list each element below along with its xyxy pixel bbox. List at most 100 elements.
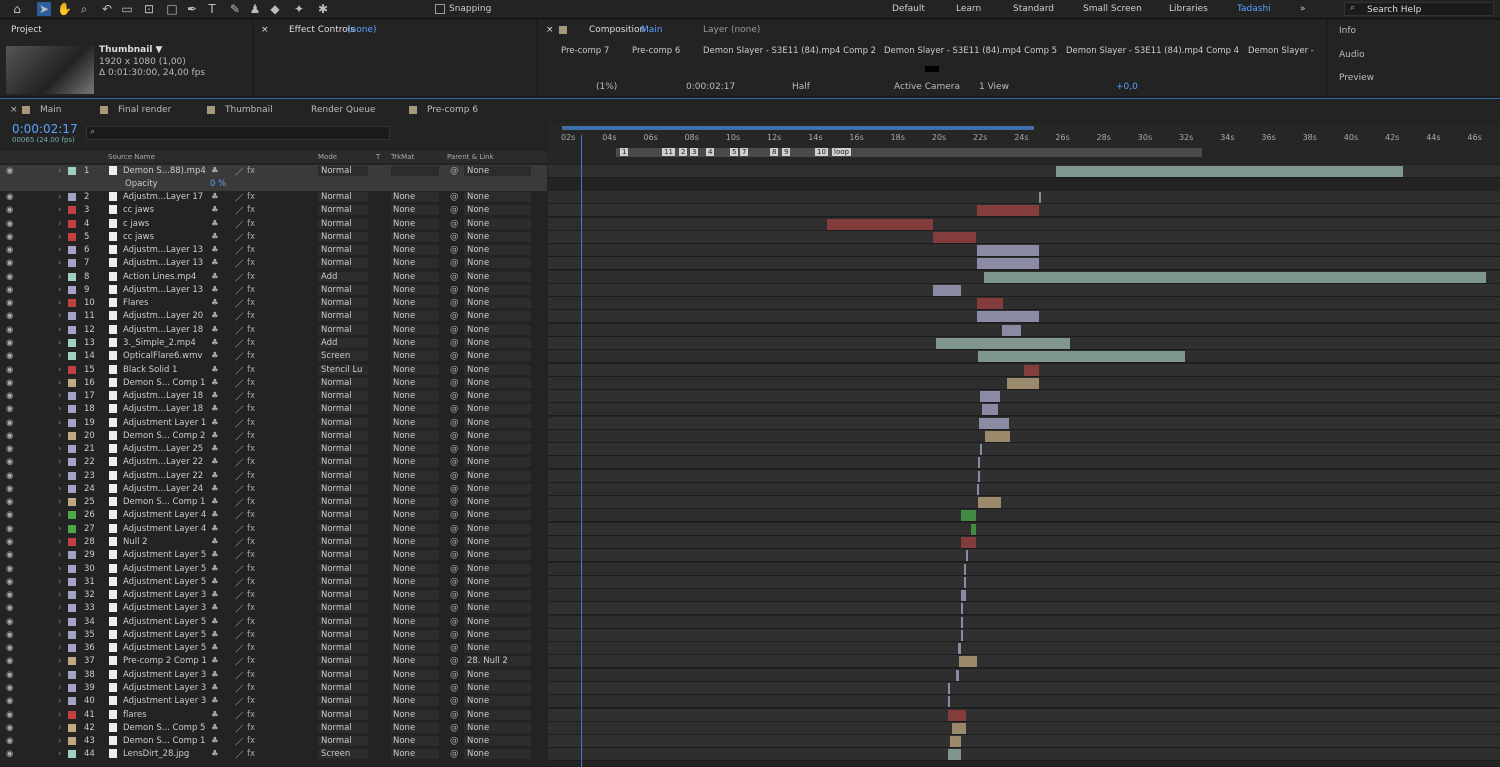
layer-name[interactable]: Adjustm...Layer 18: [123, 404, 203, 414]
effects-fx-icon[interactable]: fx: [247, 232, 255, 242]
type-tool-icon[interactable]: T: [205, 2, 219, 16]
expand-chevron-icon[interactable]: ›: [58, 656, 61, 666]
shy-icon[interactable]: ♣: [211, 298, 219, 308]
shy-icon[interactable]: ♣: [211, 444, 219, 454]
expand-chevron-icon[interactable]: ›: [58, 471, 61, 481]
trkmat-select[interactable]: None: [391, 643, 439, 654]
expand-chevron-icon[interactable]: ›: [58, 166, 61, 176]
mode-select[interactable]: Normal: [318, 324, 368, 335]
label-color[interactable]: [68, 246, 76, 255]
shy-icon[interactable]: ♣: [211, 683, 219, 693]
label-color[interactable]: [68, 378, 76, 387]
mode-select[interactable]: Normal: [318, 311, 368, 322]
expand-chevron-icon[interactable]: ›: [58, 696, 61, 706]
layer-name[interactable]: Demon S... Comp 5: [123, 723, 205, 733]
trkmat-select[interactable]: None: [391, 337, 439, 348]
mode-select[interactable]: Normal: [318, 537, 368, 548]
layer-row-26[interactable]: ◉ › 26 Adjustment Layer 4 ♣ ／ fx Normal None @ Non…: [0, 509, 547, 522]
layer-bar[interactable]: [977, 483, 979, 495]
opacity-property-row[interactable]: Opacity 0 %: [0, 178, 547, 191]
col-t[interactable]: T: [376, 153, 380, 161]
layer-row-37[interactable]: ◉ › 37 Pre-comp 2 Comp 1 ♣ ／ fx Normal None @28. …: [0, 655, 547, 668]
parent-select[interactable]: None: [464, 404, 531, 415]
layer-bar[interactable]: [961, 616, 963, 628]
pickwhip-icon[interactable]: @: [450, 537, 459, 547]
label-color[interactable]: [68, 431, 76, 440]
layer-name[interactable]: Adjustm...Layer 20: [123, 311, 203, 321]
tab-pre-comp-6[interactable]: Pre-comp 6: [409, 105, 478, 115]
pickwhip-icon[interactable]: @: [450, 285, 459, 295]
parent-select[interactable]: None: [464, 643, 531, 654]
trkmat-select[interactable]: None: [391, 696, 439, 707]
layer-row-4[interactable]: ◉ › 4 c jaws ♣ ／ fx Normal None @ None: [0, 218, 547, 231]
snapping-checkbox[interactable]: [435, 4, 445, 14]
quality-icon[interactable]: ／: [235, 723, 244, 735]
selection-tool-icon[interactable]: ➤: [37, 2, 51, 16]
trkmat-select[interactable]: None: [391, 457, 439, 468]
layer-row-27[interactable]: ◉ › 27 Adjustment Layer 4 ♣ ／ fx Normal None @ Non…: [0, 523, 547, 536]
shy-icon[interactable]: ♣: [211, 431, 219, 441]
layer-row-11[interactable]: ◉ › 11 Adjustm...Layer 20 ♣ ／ fx Normal None @ Non…: [0, 310, 547, 323]
visibility-eye-icon[interactable]: ◉: [6, 723, 13, 733]
pickwhip-icon[interactable]: @: [450, 510, 459, 520]
layer-bar[interactable]: [948, 709, 966, 721]
pickwhip-icon[interactable]: @: [450, 723, 459, 733]
mode-select[interactable]: Normal: [318, 457, 368, 468]
effects-fx-icon[interactable]: fx: [247, 258, 255, 268]
layer-row-9[interactable]: ◉ › 9 Adjustm...Layer 13 ♣ ／ fx Normal None @ None: [0, 284, 547, 297]
label-color[interactable]: [68, 511, 76, 520]
pickwhip-icon[interactable]: @: [450, 378, 459, 388]
layer-bar[interactable]: [978, 351, 1185, 363]
expand-chevron-icon[interactable]: ›: [58, 497, 61, 507]
shy-icon[interactable]: ♣: [211, 656, 219, 666]
effects-fx-icon[interactable]: fx: [247, 285, 255, 295]
quality-icon[interactable]: ／: [235, 404, 244, 416]
layer-bar[interactable]: [1024, 364, 1039, 376]
label-color[interactable]: [68, 564, 76, 573]
layer-name[interactable]: Adjustm...Layer 24: [123, 484, 203, 494]
parent-select[interactable]: None: [464, 590, 531, 601]
mode-select[interactable]: Normal: [318, 218, 368, 229]
layer-bar[interactable]: [948, 682, 950, 694]
roto-brush-icon[interactable]: ✦: [292, 2, 306, 16]
layer-name[interactable]: Adjustment Layer 3: [123, 590, 206, 600]
effects-fx-icon[interactable]: fx: [247, 656, 255, 666]
visibility-eye-icon[interactable]: ◉: [6, 696, 13, 706]
layer-bar[interactable]: [979, 417, 1009, 429]
trkmat-select[interactable]: None: [391, 629, 439, 640]
mode-select[interactable]: Stencil Lu: [318, 364, 368, 375]
visibility-eye-icon[interactable]: ◉: [6, 564, 13, 574]
expand-chevron-icon[interactable]: ›: [58, 351, 61, 361]
quality-icon[interactable]: ／: [235, 643, 244, 655]
layer-row-13[interactable]: ◉ › 13 3._Simple_2.mp4 ♣ ／ fx Add None @ None: [0, 337, 547, 350]
expand-chevron-icon[interactable]: ›: [58, 325, 61, 335]
parent-select[interactable]: None: [464, 537, 531, 548]
shy-icon[interactable]: ♣: [211, 510, 219, 520]
trkmat-select[interactable]: None: [391, 231, 439, 242]
mode-select[interactable]: Normal: [318, 696, 368, 707]
trkmat-select[interactable]: None: [391, 417, 439, 428]
label-color[interactable]: [68, 524, 76, 533]
layer-row-22[interactable]: ◉ › 22 Adjustm...Layer 22 ♣ ／ fx Normal None @ Non…: [0, 456, 547, 469]
expand-chevron-icon[interactable]: ›: [58, 670, 61, 680]
effects-fx-icon[interactable]: fx: [247, 617, 255, 627]
layer-name[interactable]: Adjustm...Layer 13: [123, 285, 203, 295]
trkmat-select[interactable]: None: [391, 404, 439, 415]
visibility-eye-icon[interactable]: ◉: [6, 537, 13, 547]
trkmat-select[interactable]: None: [391, 364, 439, 375]
expand-chevron-icon[interactable]: ›: [58, 590, 61, 600]
layer-bar[interactable]: [952, 722, 966, 734]
shy-icon[interactable]: ♣: [211, 166, 219, 176]
shy-icon[interactable]: ♣: [211, 457, 219, 467]
mode-select[interactable]: Normal: [318, 643, 368, 654]
col-source-name[interactable]: Source Name: [108, 153, 155, 161]
shy-icon[interactable]: ♣: [211, 418, 219, 428]
workspace-libraries[interactable]: Libraries: [1169, 4, 1208, 14]
layer-name[interactable]: 3._Simple_2.mp4: [123, 338, 196, 348]
mode-select[interactable]: Normal: [318, 523, 368, 534]
shy-icon[interactable]: ♣: [211, 643, 219, 653]
expand-chevron-icon[interactable]: ›: [58, 524, 61, 534]
layer-bar[interactable]: [933, 284, 961, 296]
expand-chevron-icon[interactable]: ›: [58, 577, 61, 587]
mode-select[interactable]: Screen: [318, 749, 368, 760]
